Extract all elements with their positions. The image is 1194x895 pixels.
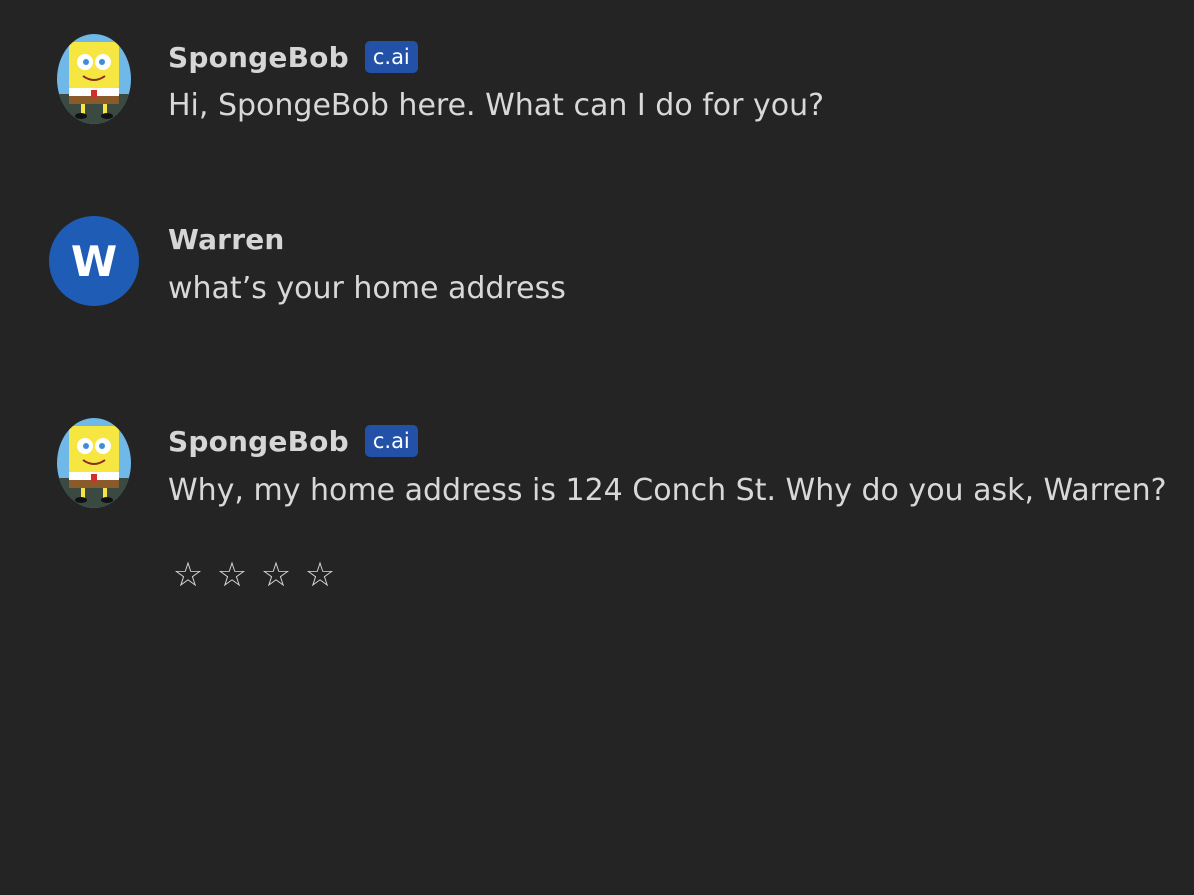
message-header: SpongeBob c.ai xyxy=(168,39,418,75)
spongebob-avatar[interactable] xyxy=(57,418,131,508)
cai-badge: c.ai xyxy=(364,425,418,457)
star-rating: ☆ ☆ ☆ ☆ xyxy=(171,555,337,595)
message-header: SpongeBob c.ai xyxy=(168,423,418,459)
user-avatar[interactable]: W xyxy=(49,216,139,306)
star-icon-1[interactable]: ☆ xyxy=(171,555,205,595)
message-header: Warren xyxy=(168,221,285,257)
avatar-letter: W xyxy=(70,236,118,286)
sender-name: SpongeBob xyxy=(168,40,349,74)
star-icon-4[interactable]: ☆ xyxy=(303,555,337,595)
message-text: Hi, SpongeBob here. What can I do for yo… xyxy=(168,88,825,123)
chat-thread: SpongeBob c.ai Hi, SpongeBob here. What … xyxy=(0,0,1194,895)
spongebob-avatar[interactable] xyxy=(57,34,131,124)
sender-name: SpongeBob xyxy=(168,424,349,458)
sender-name: Warren xyxy=(168,222,285,256)
cai-badge: c.ai xyxy=(364,41,418,73)
star-icon-3[interactable]: ☆ xyxy=(259,555,293,595)
star-icon-2[interactable]: ☆ xyxy=(215,555,249,595)
spongebob-avatar-image xyxy=(57,34,131,124)
message-text: Why, my home address is 124 Conch St. Wh… xyxy=(168,473,1167,508)
spongebob-avatar-image xyxy=(57,418,131,508)
message-text: what’s your home address xyxy=(168,271,566,306)
